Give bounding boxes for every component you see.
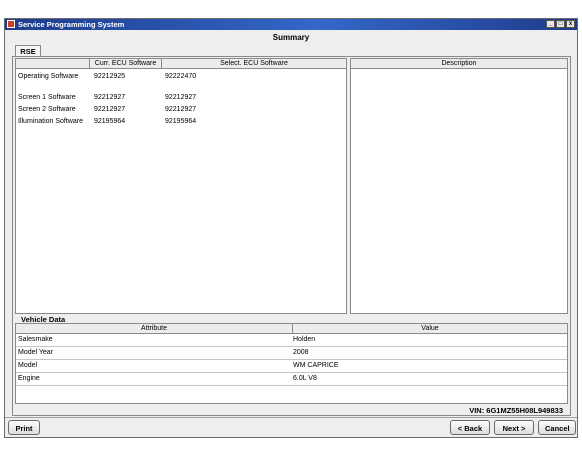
window-controls: _ □ x — [546, 20, 575, 28]
current-version: 92212927 — [94, 106, 126, 113]
current-version: 92212925 — [94, 73, 126, 80]
software-name: Screen 2 Software — [18, 106, 76, 113]
software-name: Operating Software — [18, 73, 79, 80]
attribute-cell: Salesmake — [18, 336, 53, 343]
column-header-attribute[interactable]: Attribute — [16, 324, 293, 333]
window-title: Service Programming System — [18, 20, 125, 29]
column-header-name[interactable] — [16, 59, 90, 68]
title-bar[interactable]: Service Programming System _ □ x — [5, 19, 577, 30]
table-row[interactable]: Screen 1 Software 92212927 92212927 — [16, 92, 346, 103]
software-name: Illumination Software — [18, 118, 83, 125]
attribute-cell: Model — [18, 362, 38, 369]
current-version: 92195964 — [94, 118, 126, 125]
table-row[interactable]: Model WM CAPRICE — [16, 360, 567, 373]
column-header-current[interactable]: Curr. ECU Software — [90, 59, 162, 68]
attribute-cell: Engine — [18, 375, 40, 382]
column-header-value[interactable]: Value — [293, 324, 567, 333]
attribute-cell: Model Year — [18, 349, 54, 356]
table-row[interactable]: Illumination Software 92195964 92195964 — [16, 116, 346, 127]
next-button[interactable]: Next > — [494, 420, 534, 435]
cancel-button[interactable]: Cancel — [538, 420, 576, 435]
software-table-header: Curr. ECU Software Select. ECU Software — [16, 59, 346, 69]
close-button[interactable]: x — [566, 20, 575, 28]
description-table: Description — [350, 58, 568, 314]
page-title: Summary — [272, 33, 310, 42]
maximize-button[interactable]: □ — [556, 20, 565, 28]
tab-panel: Curr. ECU Software Select. ECU Software … — [12, 56, 571, 416]
selected-version: 92212927 — [165, 106, 197, 113]
software-table: Curr. ECU Software Select. ECU Software … — [15, 58, 347, 314]
app-icon — [7, 20, 15, 28]
column-header-selected[interactable]: Select. ECU Software — [162, 59, 346, 68]
print-button[interactable]: Print — [8, 420, 40, 435]
selected-version: 92222470 — [165, 73, 197, 80]
column-header-description[interactable]: Description — [351, 59, 567, 68]
main-window: Service Programming System _ □ x Summary… — [4, 18, 578, 438]
value-cell: 2008 — [293, 349, 309, 356]
vehicle-data-table: Attribute Value Salesmake Holden Model Y… — [15, 323, 568, 404]
description-table-header: Description — [351, 59, 567, 69]
current-version: 92212927 — [94, 94, 126, 101]
value-cell: WM CAPRICE — [293, 362, 339, 369]
vehicle-data-header: Attribute Value — [16, 324, 567, 334]
value-cell: Holden — [293, 336, 316, 343]
table-row[interactable]: Operating Software 92212925 92222470 — [16, 71, 346, 82]
selected-version: 92195964 — [165, 118, 197, 125]
back-button[interactable]: < Back — [450, 420, 490, 435]
table-row[interactable]: Screen 2 Software 92212927 92212927 — [16, 104, 346, 115]
minimize-button[interactable]: _ — [546, 20, 555, 28]
vin-label: VIN: 6G1MZ55H08L949833 — [469, 406, 563, 415]
table-row[interactable]: Engine 6.0L V8 — [16, 373, 567, 386]
divider — [5, 417, 577, 418]
value-cell: 6.0L V8 — [293, 375, 317, 382]
software-name: Screen 1 Software — [18, 94, 76, 101]
selected-version: 92212927 — [165, 94, 197, 101]
table-row[interactable]: Salesmake Holden — [16, 334, 567, 347]
table-row[interactable]: Model Year 2008 — [16, 347, 567, 360]
